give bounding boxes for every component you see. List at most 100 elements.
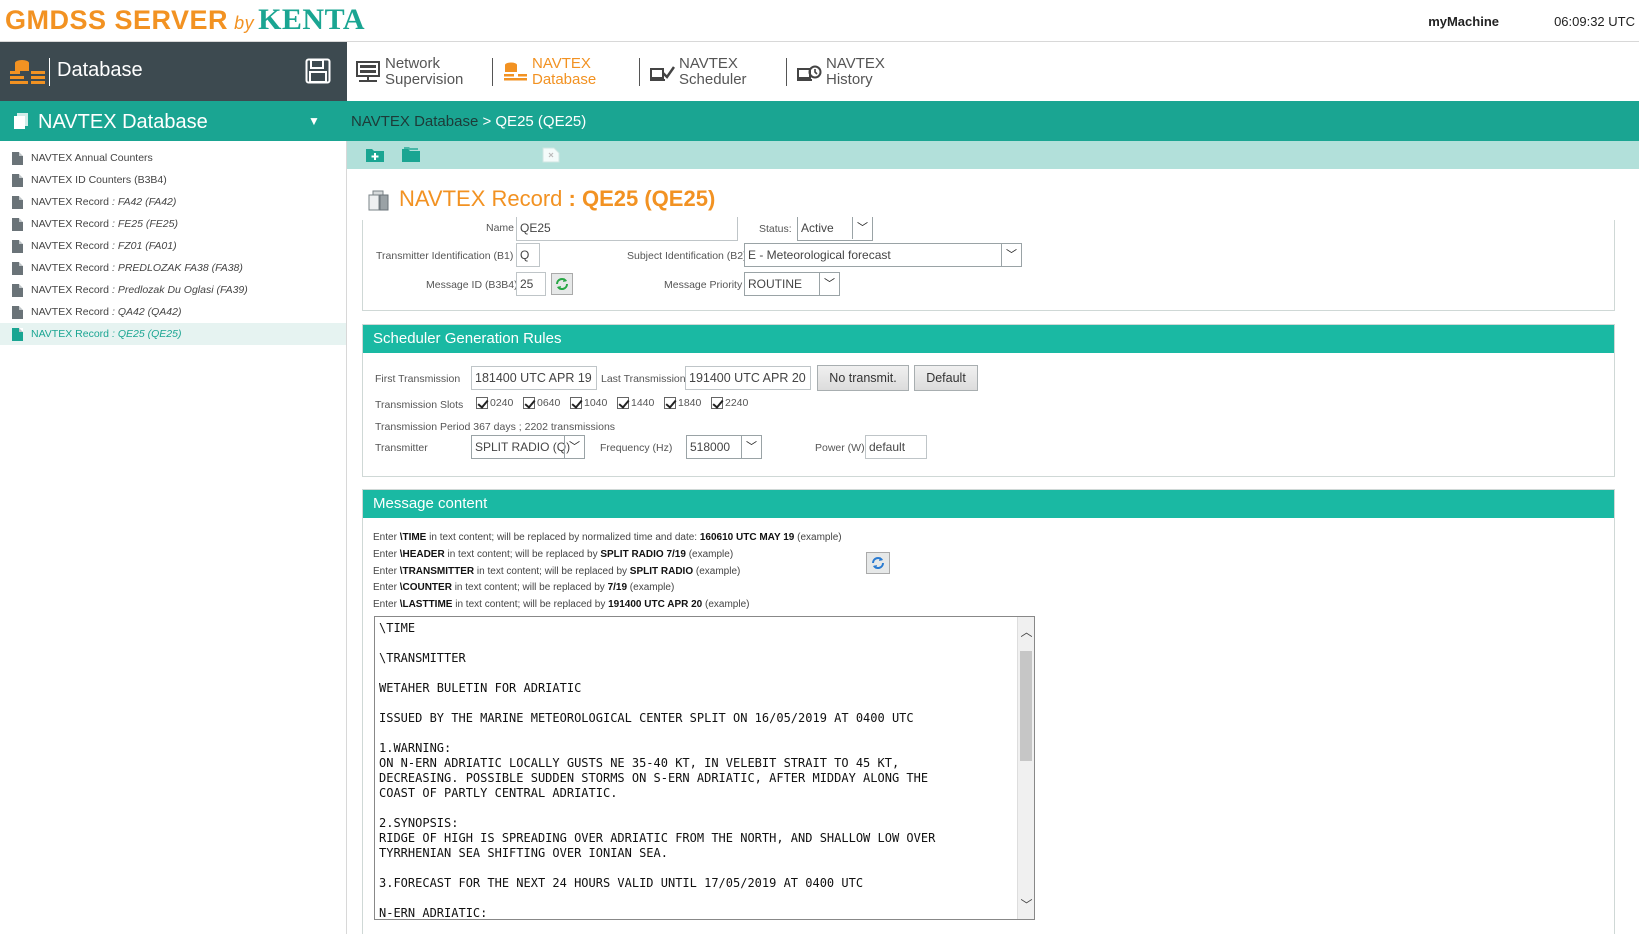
page-title-name: : QE25 (QE25)	[568, 186, 716, 211]
scrollbar-thumb[interactable]	[1020, 651, 1032, 761]
history-icon	[797, 65, 822, 81]
frequency-label: Frequency (Hz)	[600, 442, 673, 454]
document-icon	[12, 283, 23, 297]
priority-select[interactable]: ROUTINE ﹀	[744, 272, 840, 296]
tree-item-record-fe25[interactable]: NAVTEX Record: FE25 (FE25)	[0, 213, 346, 235]
add-folder-icon[interactable]	[365, 146, 385, 163]
help-text: Enter	[373, 532, 400, 543]
msgid-field[interactable]: 25	[516, 272, 546, 296]
help-text: (example)	[627, 582, 675, 593]
nav-navtex-scheduler[interactable]: NAVTEX Scheduler	[649, 54, 769, 90]
help-text: Enter	[373, 566, 400, 577]
tree-item-record-fz01[interactable]: NAVTEX Record: FZ01 (FA01)	[0, 235, 346, 257]
power-field[interactable]: default	[865, 435, 927, 459]
help-example: SPLIT RADIO 7/19	[600, 549, 686, 560]
slot-label: 2240	[725, 397, 749, 409]
power-label: Power (W)	[815, 442, 865, 454]
chevron-up-icon[interactable]: ︿	[1018, 623, 1034, 640]
tree-item-label: NAVTEX Record	[31, 328, 109, 340]
name-label: Name	[486, 222, 515, 234]
slot-checkbox-1840[interactable]: 1840	[664, 397, 701, 409]
sidebar-header-title: Database	[57, 59, 143, 81]
record-panel: Name QE25 Status: Active ﹀ Transmitter Id…	[362, 217, 1615, 311]
record-icon	[368, 190, 389, 211]
nav-navtex-history[interactable]: NAVTEX History	[796, 54, 916, 90]
nav-network-supervision[interactable]: Network Supervision	[355, 54, 475, 90]
slot-checkbox-1040[interactable]: 1040	[570, 397, 607, 409]
help-example: 191400 UTC APR 20	[608, 599, 703, 610]
tree-item-record-fa39[interactable]: NAVTEX Record: Predlozak Du Oglasi (FA39…	[0, 279, 346, 301]
help-code: \TIME	[399, 532, 427, 543]
scheduler-icon	[650, 66, 675, 81]
sidebar-section-header[interactable]: NAVTEX Database ▼	[0, 101, 347, 147]
tree-item-record: : Predlozak Du Oglasi (FA39)	[112, 284, 248, 296]
chevron-down-icon[interactable]: ﹀	[1018, 896, 1034, 913]
save-icon[interactable]	[305, 58, 331, 84]
help-example: SPLIT RADIO	[629, 566, 694, 577]
tx-id-field[interactable]: Q	[516, 243, 540, 267]
tree-item-record-qe25[interactable]: NAVTEX Record: QE25 (QE25)	[0, 323, 346, 345]
transmitter-select[interactable]: SPLIT RADIO (Q) ﹀	[471, 435, 585, 459]
help-text: in text content; will be replaced by	[444, 549, 601, 560]
tree-item-record-fa38[interactable]: NAVTEX Record: PREDLOZAK FA38 (FA38)	[0, 257, 346, 279]
tree-item-annual-counters[interactable]: NAVTEX Annual Counters	[0, 147, 346, 169]
refresh-id-icon[interactable]	[551, 273, 573, 295]
slot-checkbox-2240[interactable]: 2240	[711, 397, 748, 409]
transmitter-value: SPLIT RADIO (Q)	[475, 440, 571, 454]
top-bar: GMDSS SERVER by KENTA myMachine 06:09:32 U…	[0, 0, 1639, 42]
period-value: 367 days ; 2202 transmissions	[473, 421, 616, 433]
tree-item-record-qa42[interactable]: NAVTEX Record: QA42 (QA42)	[0, 301, 346, 323]
tree-item-record-fa42[interactable]: NAVTEX Record: FA42 (FA42)	[0, 191, 346, 213]
slot-checkbox-1440[interactable]: 1440	[617, 397, 654, 409]
first-transmission-field[interactable]: 181400 UTC APR 19	[471, 366, 597, 390]
slot-label: 0640	[537, 397, 561, 409]
slot-checkbox-0240[interactable]: 0240	[476, 397, 513, 409]
page-title-prefix: NAVTEX Record	[399, 186, 563, 211]
last-transmission-label: Last Transmission	[601, 373, 686, 385]
help-example: 7/19	[607, 582, 628, 593]
folder-icon[interactable]	[401, 146, 421, 163]
slot-checkbox-0640[interactable]: 0640	[523, 397, 560, 409]
no-transmit-button[interactable]: No transmit.	[817, 365, 909, 391]
checkbox-checked-icon	[711, 397, 723, 409]
help-line-header: Enter \HEADER in text content; will be r…	[373, 549, 733, 560]
name-field[interactable]: QE25	[516, 217, 738, 241]
message-title: Message content	[363, 490, 1614, 518]
default-button[interactable]: Default	[914, 365, 978, 391]
nav-divider	[492, 58, 493, 86]
logo-text-by: by	[234, 13, 255, 33]
refresh-preview-icon[interactable]	[866, 552, 890, 574]
caret-down-icon[interactable]: ▼	[308, 114, 320, 128]
nav-divider	[639, 58, 640, 86]
message-content-textarea[interactable]: \TIME \TRANSMITTER WETAHER BULETIN FOR A…	[374, 616, 1035, 920]
delete-icon[interactable]	[541, 146, 561, 163]
transmission-period: Transmission Period 367 days ; 2202 tran…	[375, 421, 615, 433]
help-text: (example)	[794, 532, 842, 543]
help-code: \TRANSMITTER	[399, 566, 475, 577]
tree-item-label: NAVTEX Annual Counters	[31, 152, 153, 164]
help-text: Enter	[373, 599, 400, 610]
frequency-select[interactable]: 518000 ﹀	[686, 435, 762, 459]
tree-item-record: : FA42 (FA42)	[112, 196, 177, 208]
message-scrollbar[interactable]: ︿ ﹀	[1017, 617, 1034, 919]
checkbox-checked-icon	[523, 397, 535, 409]
status-select[interactable]: Active ﹀	[797, 217, 873, 241]
tree-item-record: : FZ01 (FA01)	[112, 240, 177, 252]
checkbox-checked-icon	[476, 397, 488, 409]
tree-item-id-counters[interactable]: NAVTEX ID Counters (B3B4)	[0, 169, 346, 191]
help-text: (example)	[685, 549, 734, 560]
subject-select[interactable]: E - Meteorological forecast ﹀	[744, 243, 1022, 267]
chevron-down-icon: ﹀	[741, 436, 761, 458]
document-icon	[12, 239, 23, 253]
chevron-down-icon: ﹀	[1001, 244, 1021, 266]
breadcrumb-root[interactable]: NAVTEX Database	[351, 113, 478, 130]
checkbox-checked-icon	[570, 397, 582, 409]
checkbox-checked-icon	[664, 397, 676, 409]
tree-item-label: NAVTEX Record	[31, 196, 109, 208]
document-icon	[12, 151, 23, 165]
priority-label: Message Priority	[664, 279, 743, 291]
nav-navtex-database[interactable]: NAVTEX Database	[502, 54, 622, 90]
document-icon	[12, 195, 23, 209]
last-transmission-field[interactable]: 191400 UTC APR 20	[685, 366, 811, 390]
database-icon	[10, 60, 45, 84]
